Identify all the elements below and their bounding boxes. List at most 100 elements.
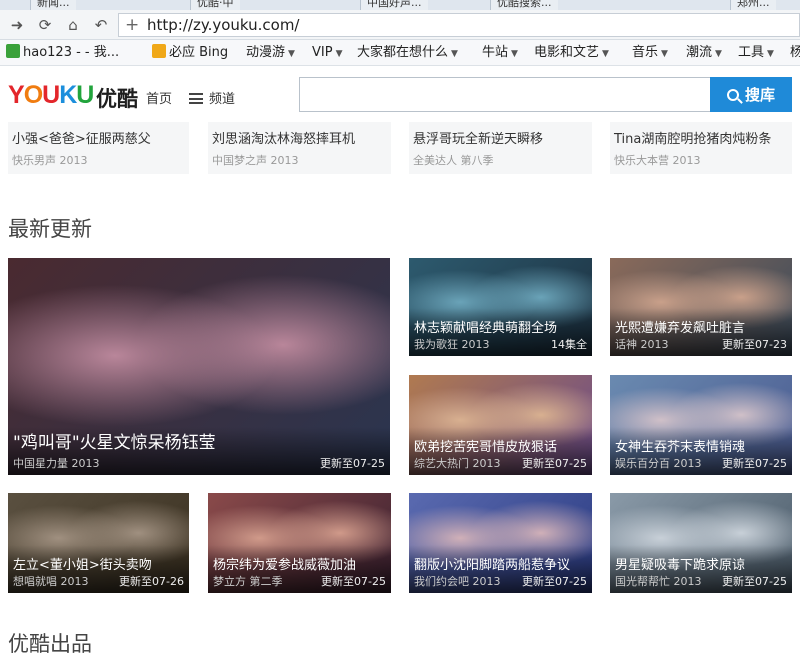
chevron-down-icon: ▼ (661, 49, 668, 59)
bookmark-folder-music[interactable]: 音乐 ▼ (632, 44, 668, 62)
bookmark-label: 牛站 (482, 45, 509, 60)
bookmark-label: 音乐 (632, 45, 659, 60)
video-show: 中国梦之声 2013 (212, 154, 299, 167)
chevron-down-icon: ▼ (451, 49, 458, 59)
video-title: 女神生吞芥末表情销魂 (615, 440, 746, 455)
forward-arrow-icon[interactable]: ➜ (6, 14, 28, 36)
undo-icon[interactable]: ↶ (90, 14, 112, 36)
browser-tab-strip: 新闻... 优酷·中 中国好声... 优酷搜索... 郑州... (0, 0, 800, 10)
folder-icon (152, 44, 166, 58)
video-title: "鸡叫哥"火星文惊呆杨钰莹 (13, 433, 216, 453)
bookmark-label: 工具 (738, 45, 765, 60)
bookmark-label: 动漫游 (246, 45, 286, 60)
search-input[interactable] (299, 77, 711, 112)
chevron-down-icon: ▼ (511, 49, 518, 59)
video-update-status: 更新至07-25 (722, 575, 787, 588)
chevron-down-icon: ▼ (288, 49, 295, 59)
search-button[interactable]: 搜库 (710, 77, 792, 112)
menu-icon (189, 93, 203, 104)
address-bar[interactable]: + http://zy.youku.com/ (118, 13, 800, 37)
video-update-status: 更新至07-25 (522, 575, 587, 588)
bookmark-label: 电影和文艺 (534, 45, 600, 60)
video-update-status: 更新至07-25 (321, 575, 386, 588)
video-update-status: 更新至07-26 (119, 575, 184, 588)
video-show: 想唱就唱 2013 (13, 575, 89, 588)
bookmark-folder-movies[interactable]: 电影和文艺 ▼ (534, 44, 609, 62)
video-title: 林志颖献唱经典萌翻全场 (414, 321, 558, 336)
hao123-icon (6, 44, 20, 58)
video-title: 悬浮哥玩全新逆天瞬移 (413, 132, 544, 147)
video-tile[interactable]: 光熙遭嫌弃发飙吐脏言 话神 2013 更新至07-23 (610, 258, 792, 356)
video-tile[interactable]: 翻版小沈阳脚踏两船惹争议 我们约会吧 2013 更新至07-25 (409, 493, 592, 593)
video-title: 刘思涵淘汰林海怒摔耳机 (212, 132, 356, 147)
bookmark-folder-niuzhan[interactable]: 牛站 ▼ (482, 44, 518, 62)
browser-tab[interactable]: 新闻... (30, 0, 76, 10)
chevron-down-icon: ▼ (767, 49, 774, 59)
video-card[interactable]: 刘思涵淘汰林海怒摔耳机 中国梦之声 2013 (208, 122, 391, 174)
video-update-status: 14集全 (551, 338, 587, 351)
video-update-status: 更新至07-23 (722, 338, 787, 351)
section-title: 最新更新 (8, 217, 92, 241)
browser-tab[interactable]: 郑州... (730, 0, 776, 10)
video-show: 梦立方 第二季 (213, 575, 283, 588)
search-icon (726, 88, 739, 101)
chevron-down-icon: ▼ (335, 49, 343, 59)
chevron-down-icon: ▼ (715, 49, 722, 59)
video-tile[interactable]: 杨宗纬为爱参战威薇加油 梦立方 第二季 更新至07-25 (208, 493, 391, 593)
video-update-status: 更新至07-25 (722, 457, 787, 470)
video-tile[interactable]: 欧弟挖苦宪哥惜皮放狠话 综艺大热门 2013 更新至07-25 (409, 375, 592, 475)
video-show: 中国星力量 2013 (13, 457, 100, 470)
chevron-down-icon: ▼ (602, 49, 609, 59)
browser-tab[interactable]: 中国好声... (360, 0, 428, 10)
youku-logo-cn[interactable]: 优酷 (96, 83, 138, 113)
browser-nav-row: ➜ ⟳ ⌂ ↶ + http://zy.youku.com/ (0, 10, 800, 40)
video-show: 我为歌狂 2013 (414, 338, 490, 351)
video-title: 杨宗纬为爱参战威薇加油 (213, 558, 357, 573)
video-tile[interactable]: 林志颖献唱经典萌翻全场 我为歌狂 2013 14集全 (409, 258, 592, 356)
video-title: 左立<董小姐>街头卖吻 (13, 558, 152, 573)
video-show: 快乐大本营 2013 (614, 154, 701, 167)
bookmark-folder-anime[interactable]: 动漫游 ▼ (246, 44, 295, 62)
video-card[interactable]: 悬浮哥玩全新逆天瞬移 全美达人 第八季 (409, 122, 592, 174)
bookmark-folder-vip[interactable]: VIP ▼ (312, 44, 343, 62)
video-tile[interactable]: 女神生吞芥末表情销魂 娱乐百分百 2013 更新至07-25 (610, 375, 792, 475)
video-update-status: 更新至07-25 (522, 457, 587, 470)
bookmark-label: 大家都在想什么 (357, 45, 449, 60)
bookmark-label: hao123 - - 我... (23, 45, 120, 60)
address-url: http://zy.youku.com/ (147, 16, 300, 34)
video-tile[interactable]: 左立<董小姐>街头卖吻 想唱就唱 2013 更新至07-26 (8, 493, 189, 593)
bookmark-label: 潮流 (686, 45, 713, 60)
bookmark-label: 必应 Bing (169, 45, 229, 60)
bookmark-folder-tools[interactable]: 工具 ▼ (738, 44, 774, 62)
nav-channels-label: 频道 (209, 92, 236, 107)
nav-home-link[interactable]: 首页 (146, 88, 172, 107)
browser-tab[interactable]: 优酷·中 (190, 0, 240, 10)
video-tile[interactable]: 男星疑吸毒下跪求原谅 国光帮帮忙 2013 更新至07-25 (610, 493, 792, 593)
video-title: 光熙遭嫌弃发飙吐脏言 (615, 321, 746, 336)
nav-channels-link[interactable]: 频道 (189, 88, 235, 107)
youku-logo[interactable]: YOUKU (8, 81, 94, 110)
video-card[interactable]: 小强<爸爸>征服两慈父 快乐男声 2013 (8, 122, 189, 174)
video-card[interactable]: Tina湖南腔明抢猪肉炖粉条 快乐大本营 2013 (610, 122, 792, 174)
site-header: YOUKU 优酷 首页 频道 搜库 (0, 67, 800, 122)
video-title: 小强<爸爸>征服两慈父 (12, 132, 151, 147)
video-title: 翻版小沈阳脚踏两船惹争议 (414, 558, 571, 573)
bookmark-folder-trend[interactable]: 潮流 ▼ (686, 44, 722, 62)
video-tile[interactable]: "鸡叫哥"火星文惊呆杨钰莹 中国星力量 2013 更新至07-25 (8, 258, 390, 475)
video-show: 全美达人 第八季 (413, 154, 494, 167)
video-show: 综艺大热门 2013 (414, 457, 501, 470)
bookmark-bing[interactable]: 必应 Bing (152, 44, 228, 62)
new-tab-plus-icon[interactable]: + (125, 14, 139, 36)
video-show: 话神 2013 (615, 338, 669, 351)
video-show: 我们约会吧 2013 (414, 575, 501, 588)
home-icon[interactable]: ⌂ (62, 14, 84, 36)
refresh-icon[interactable]: ⟳ (34, 14, 56, 36)
video-title: 男星疑吸毒下跪求原谅 (615, 558, 746, 573)
browser-tab[interactable]: 优酷搜索... (490, 0, 558, 10)
bookmark-folder-thinking[interactable]: 大家都在想什么 ▼ (357, 44, 458, 62)
video-title: Tina湖南腔明抢猪肉炖粉条 (614, 132, 772, 147)
bookmark-hao123[interactable]: hao123 - - 我... (6, 44, 119, 62)
bookmark-yang[interactable]: 杨 (790, 44, 800, 62)
bookmark-label: 杨 (790, 45, 800, 60)
video-show: 娱乐百分百 2013 (615, 457, 702, 470)
